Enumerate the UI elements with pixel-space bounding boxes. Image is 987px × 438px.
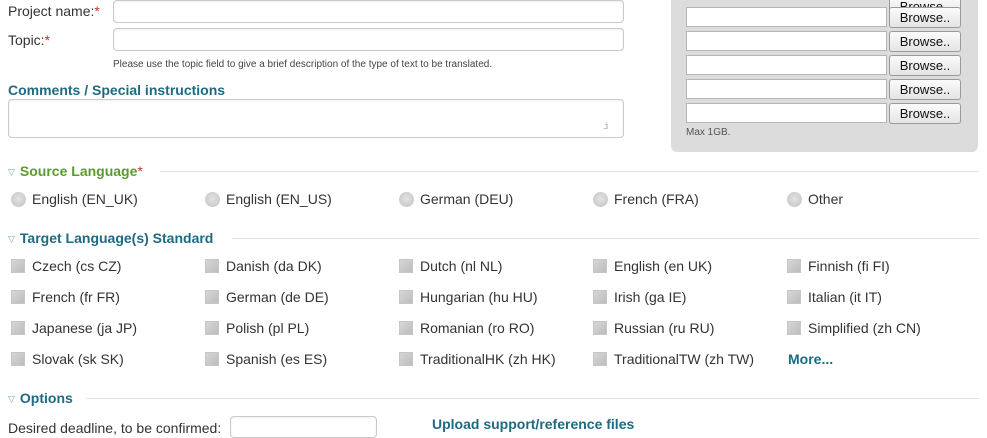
target-option-label: Italian (it IT)	[808, 289, 882, 305]
target-option-label: Japanese (ja JP)	[32, 320, 138, 336]
source-radio-deu[interactable]	[399, 192, 414, 207]
browse-button-2[interactable]: Browse..	[889, 31, 961, 52]
target-option-label: French (fr FR)	[32, 289, 120, 305]
target-option-label: Spanish (es ES)	[226, 351, 328, 367]
target-option-label: German (de DE)	[226, 289, 329, 305]
project-name-label: Project name:*	[8, 3, 100, 19]
target-checkbox[interactable]	[11, 290, 25, 304]
resize-grip-icon[interactable]: .:i	[603, 121, 608, 131]
target-checkbox[interactable]	[787, 259, 801, 273]
target-checkbox[interactable]	[205, 321, 219, 335]
browse-button-4[interactable]: Browse..	[889, 79, 961, 100]
source-radio-other[interactable]	[787, 192, 802, 207]
topic-input[interactable]	[113, 28, 624, 51]
project-name-input[interactable]	[113, 0, 624, 23]
target-option-label: TraditionalHK (zh HK)	[420, 351, 556, 367]
file-path-field-3[interactable]	[686, 55, 887, 75]
deadline-input[interactable]	[230, 416, 377, 438]
target-option-label: Russian (ru RU)	[614, 320, 715, 336]
collapse-triangle-icon: ▽	[8, 167, 15, 177]
target-option-label: Slovak (sk SK)	[32, 351, 124, 367]
target-checkbox[interactable]	[205, 352, 219, 366]
source-radio-fra[interactable]	[593, 192, 608, 207]
target-option-label: Finnish (fi FI)	[808, 258, 890, 274]
target-checkbox[interactable]	[205, 259, 219, 273]
target-checkbox[interactable]	[593, 321, 607, 335]
target-checkbox[interactable]	[593, 290, 607, 304]
browse-button-5[interactable]: Browse..	[889, 103, 961, 124]
file-path-field-1[interactable]	[686, 7, 887, 27]
source-language-title[interactable]: ▽ Source Language*	[8, 163, 143, 179]
target-option-label: TraditionalTW (zh TW)	[614, 351, 755, 367]
source-option-label: French (FRA)	[614, 191, 699, 207]
source-divider	[160, 171, 979, 172]
comments-textarea[interactable]	[8, 99, 624, 138]
options-title[interactable]: ▽ Options	[8, 390, 73, 406]
target-checkbox[interactable]	[399, 321, 413, 335]
target-option-label: Simplified (zh CN)	[808, 320, 921, 336]
target-checkbox[interactable]	[787, 290, 801, 304]
deadline-label: Desired deadline, to be confirmed:	[8, 420, 222, 436]
file-path-field-5[interactable]	[686, 103, 887, 123]
target-checkbox[interactable]	[11, 321, 25, 335]
target-option-label: English (en UK)	[614, 258, 713, 274]
file-path-field-4[interactable]	[686, 79, 887, 99]
source-option-label: English (EN_UK)	[32, 191, 138, 207]
topic-hint: Please use the topic field to give a bri…	[113, 59, 493, 70]
source-option-label: English (EN_US)	[226, 191, 332, 207]
target-option-label: Dutch (nl NL)	[420, 258, 503, 274]
collapse-triangle-icon: ▽	[8, 394, 15, 404]
max-size-note: Max 1GB.	[686, 127, 731, 138]
target-option-label: Irish (ga IE)	[614, 289, 687, 305]
browse-button-3[interactable]: Browse..	[889, 55, 961, 76]
source-radio-en-us[interactable]	[205, 192, 220, 207]
target-option-label: Czech (cs CZ)	[32, 258, 122, 274]
file-path-field-2[interactable]	[686, 31, 887, 51]
target-checkbox[interactable]	[593, 259, 607, 273]
target-checkbox[interactable]	[399, 290, 413, 304]
more-languages-link[interactable]: More...	[788, 351, 833, 367]
target-checkbox[interactable]	[593, 352, 607, 366]
target-checkbox[interactable]	[399, 259, 413, 273]
source-radio-en-uk[interactable]	[11, 192, 26, 207]
target-checkbox[interactable]	[11, 259, 25, 273]
target-option-label: Polish (pl PL)	[226, 320, 310, 336]
collapse-triangle-icon: ▽	[8, 234, 15, 244]
target-languages-title[interactable]: ▽ Target Language(s) Standard	[8, 230, 213, 246]
target-option-label: Danish (da DK)	[226, 258, 322, 274]
target-option-label: Hungarian (hu HU)	[420, 289, 538, 305]
target-option-label: Romanian (ro RO)	[420, 320, 535, 336]
browse-button-1[interactable]: Browse..	[889, 7, 961, 28]
source-option-label: German (DEU)	[420, 191, 514, 207]
topic-label: Topic:*	[8, 32, 51, 48]
target-checkbox[interactable]	[787, 321, 801, 335]
options-divider	[86, 398, 979, 399]
source-option-label: Other	[808, 191, 844, 207]
comments-title: Comments / Special instructions	[8, 82, 226, 98]
target-checkbox[interactable]	[399, 352, 413, 366]
target-checkbox[interactable]	[11, 352, 25, 366]
target-checkbox[interactable]	[205, 290, 219, 304]
target-divider	[232, 238, 979, 239]
